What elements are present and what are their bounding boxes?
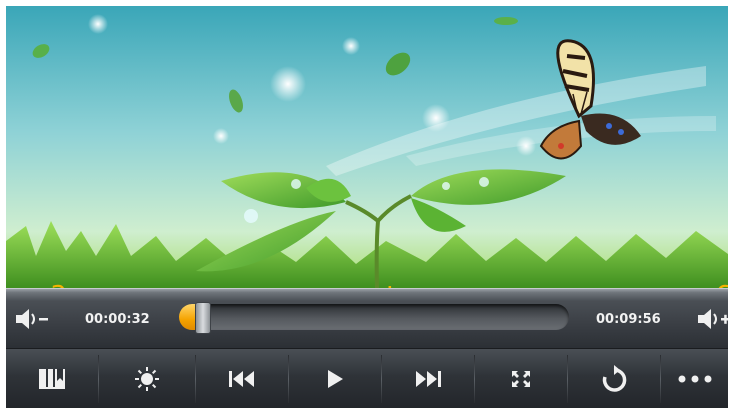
more-button[interactable] xyxy=(661,349,728,408)
seek-bar-row: 00:00:32 00:09:56 xyxy=(6,288,728,349)
video-scene-image xyxy=(6,6,728,288)
repeat-button[interactable] xyxy=(568,349,660,408)
bookmark-icon xyxy=(39,369,65,389)
current-time: 00:00:32 xyxy=(85,312,150,327)
next-icon xyxy=(416,371,441,387)
play-button[interactable] xyxy=(289,349,381,408)
play-icon xyxy=(328,370,343,388)
volume-up-icon xyxy=(698,309,728,329)
brightness-button[interactable] xyxy=(99,349,195,408)
bookmark-button[interactable] xyxy=(6,349,98,408)
brightness-icon xyxy=(135,367,159,391)
volume-down-icon xyxy=(16,309,48,329)
previous-icon xyxy=(229,371,254,387)
control-bar xyxy=(6,348,728,408)
display-mode-button[interactable] xyxy=(475,349,567,408)
seek-thumb[interactable] xyxy=(195,302,211,334)
display-mode-icon xyxy=(512,371,530,387)
more-icon xyxy=(678,375,711,383)
volume-down-button[interactable] xyxy=(14,306,50,332)
volume-up-button[interactable] xyxy=(696,306,728,332)
previous-button[interactable] xyxy=(196,349,288,408)
seek-track[interactable] xyxy=(179,302,569,334)
repeat-icon xyxy=(602,365,627,392)
total-time: 00:09:56 xyxy=(596,312,661,327)
video-player: a b c 00:00:32 00:09:56 xyxy=(6,6,728,408)
video-frame[interactable] xyxy=(6,6,728,288)
next-button[interactable] xyxy=(382,349,474,408)
